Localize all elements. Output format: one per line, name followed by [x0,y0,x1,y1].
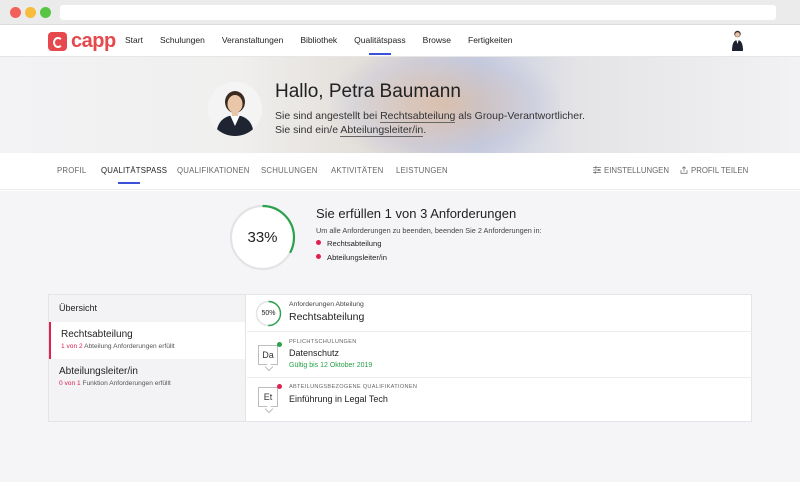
overview-item-text: Funktion Anforderungen erfüllt [80,380,171,387]
completed-status-dot [277,342,282,347]
nav-item-veranstaltungen[interactable]: Veranstaltungen [222,25,283,57]
hero-background [330,57,560,153]
bullet-icon [316,254,321,259]
settings-button[interactable]: EINSTELLUNGEN [593,166,669,175]
requirement-label: Abteilungsleiter/in [327,253,387,262]
share-label: PROFIL TEILEN [691,166,749,175]
function-text: Sie sind ein/e [275,124,341,136]
sliders-icon [593,166,601,174]
function-period: . [423,124,427,136]
employment-line: Sie sind angestellt bei Rechtsabteilung … [275,110,585,123]
profile-tabs: PROFIL QUALITÄTSPASS QUALIFIKATIONEN SCH… [0,153,800,190]
overview-item-status: 1 von 2 Abteilung Anforderungen erfüllt [61,343,175,350]
function-link[interactable]: Abteilungsleiter/in [340,124,424,137]
logo-icon [48,32,67,51]
requirements-detail: 50% Anforderungen Abteilung Rechtsabteil… [247,295,752,421]
overview-item-abteilungsleiter[interactable]: Abteilungsleiter/in 0 von 1 Funktion Anf… [49,359,245,396]
overall-progress-label: 33% [247,229,278,246]
qualitaetspass-content: 33% Sie erfüllen 1 von 3 Anforderungen U… [0,191,800,482]
active-tab-indicator [118,182,140,184]
requirement-item: Abteilungsleiter/in [316,253,387,262]
row-category: PFLICHTSCHULUNGEN [289,339,357,345]
detail-title: Rechtsabteilung [289,311,365,323]
bullet-icon [316,240,321,245]
detail-caption: Anforderungen Abteilung [289,301,364,308]
department-link[interactable]: Rechtsabteilung [380,110,456,123]
requirements-panel: Übersicht Rechtsabteilung 1 von 2 Abteil… [48,294,752,422]
tab-aktivitaeten[interactable]: AKTIVITÄTEN [331,166,383,175]
nav-item-qualitaetspass[interactable]: Qualitätspass [354,25,406,57]
tab-schulungen[interactable]: SCHULUNGEN [261,166,318,175]
browser-chrome [0,0,800,25]
nav-item-browse[interactable]: Browse [423,25,451,57]
logo-text: capp [71,30,116,52]
requirement-item: Rechtsabteilung [316,239,381,248]
overview-item-count: 1 von 2 [61,343,83,350]
overview-sidebar: Übersicht Rechtsabteilung 1 von 2 Abteil… [49,295,246,421]
requirement-row-datenschutz[interactable]: Da PFLICHTSCHULUNGEN Datenschutz Gültig … [247,332,752,378]
nav-item-schulungen[interactable]: Schulungen [160,25,205,57]
overview-item-text: Abteilung Anforderungen erfüllt [82,343,175,350]
course-badge-icon: Et [258,387,278,407]
share-profile-button[interactable]: PROFIL TEILEN [680,166,748,175]
row-validity: Gültig bis 12 Oktober 2019 [289,362,373,369]
greeting-title: Hallo, Petra Baumann [275,81,461,102]
tab-qualitaetspass[interactable]: QUALITÄTSPASS [101,166,167,175]
overview-item-title: Rechtsabteilung [61,329,133,340]
profile-photo [208,82,262,136]
tab-profil[interactable]: PROFIL [57,166,86,175]
maximize-window-button[interactable] [40,7,51,18]
close-window-button[interactable] [10,7,21,18]
user-avatar[interactable] [731,29,744,51]
requirement-label: Rechtsabteilung [327,239,382,248]
tab-qualifikationen[interactable]: QUALIFIKATIONEN [177,166,250,175]
tab-leistungen[interactable]: LEISTUNGEN [396,166,448,175]
employment-text: Sie sind angestellt bei [275,110,381,122]
detail-header: 50% Anforderungen Abteilung Rechtsabteil… [247,295,752,332]
overview-item-rechtsabteilung[interactable]: Rechtsabteilung 1 von 2 Abteilung Anford… [49,322,245,359]
requirements-subtitle: Um alle Anforderungen zu beenden, beende… [316,226,542,235]
settings-label: EINSTELLUNGEN [604,166,669,175]
row-title: Einführung in Legal Tech [289,394,388,404]
minimize-window-button[interactable] [25,7,36,18]
address-bar[interactable] [60,5,776,20]
department-progress-label: 50% [261,310,276,317]
nav-item-fertigkeiten[interactable]: Fertigkeiten [468,25,512,57]
profile-hero: Hallo, Petra Baumann Sie sind angestellt… [0,57,800,153]
function-line: Sie sind ein/e Abteilungsleiter/in. [275,124,427,137]
row-title: Datenschutz [289,348,340,358]
requirements-title: Sie erfüllen 1 von 3 Anforderungen [316,206,517,221]
main-menu: Start Schulungen Veranstaltungen Bibliot… [125,25,529,57]
row-category: ABTEILUNGSBEZOGENE QUALIFIKATIONEN [289,384,418,390]
share-icon [680,166,688,174]
overview-heading: Übersicht [59,303,98,313]
pending-status-dot [277,384,282,389]
profile-photo-image [208,82,262,136]
overview-item-count: 0 von 1 [59,380,81,387]
nav-item-start[interactable]: Start [125,25,143,57]
overview-item-title: Abteilungsleiter/in [59,366,138,377]
browser-window: capp Start Schulungen Veranstaltungen Bi… [0,0,800,482]
requirement-row-legal-tech[interactable]: Et ABTEILUNGSBEZOGENE QUALIFIKATIONEN Ei… [247,378,752,421]
nav-item-bibliothek[interactable]: Bibliothek [300,25,337,57]
capp-logo[interactable]: capp [48,30,116,53]
overview-item-status: 0 von 1 Funktion Anforderungen erfüllt [59,380,171,387]
employment-role-text: als Group-Verantwortlicher. [455,110,585,122]
course-badge-icon: Da [258,345,278,365]
top-navigation: capp Start Schulungen Veranstaltungen Bi… [0,25,800,57]
